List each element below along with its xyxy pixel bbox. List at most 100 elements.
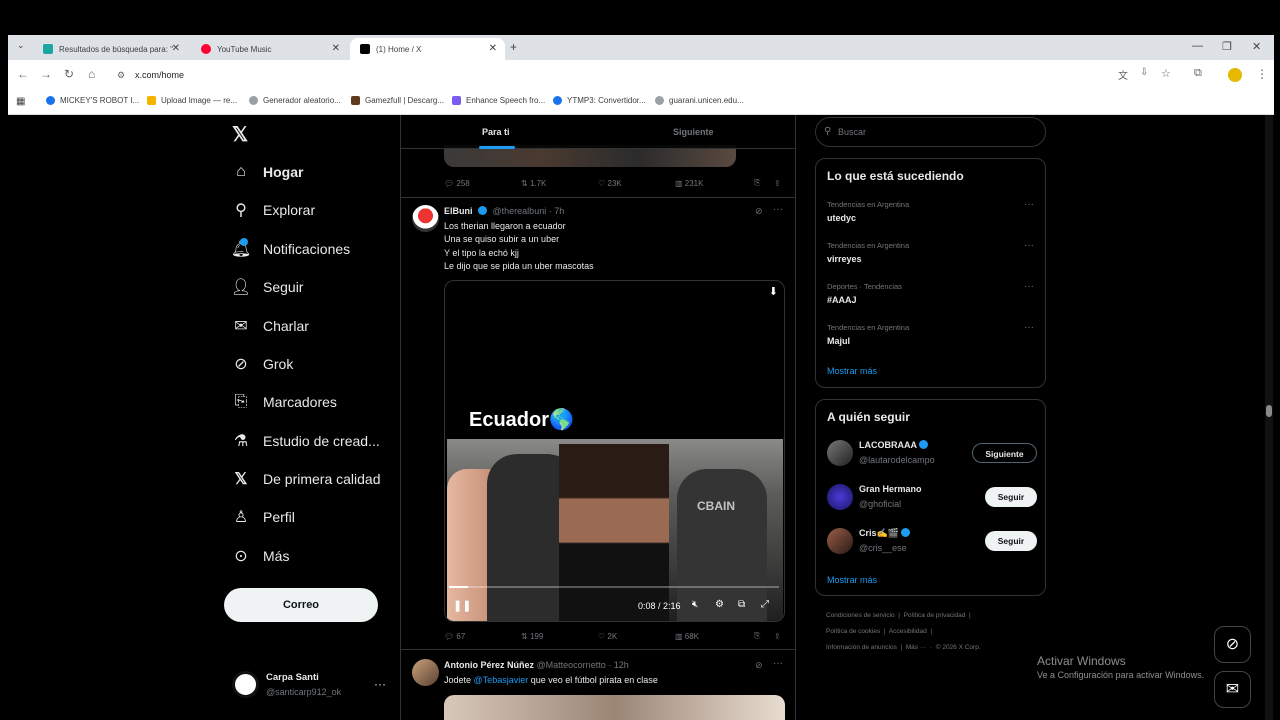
trend-item[interactable]: Tendencias en Argentina virreyes [827, 241, 909, 264]
repost-button[interactable]: ⇅ 199 [521, 632, 543, 641]
nav-home[interactable]: ⌂ Hogar [230, 161, 303, 183]
pause-icon[interactable]: ❚❚ [453, 599, 471, 612]
nav-profile[interactable]: ♙ Perfil [230, 506, 295, 528]
video-progress-track[interactable] [449, 586, 779, 588]
nav-grok[interactable]: ⊘ Grok [230, 353, 293, 375]
back-icon[interactable]: ← [17, 67, 29, 81]
new-tab-icon[interactable]: + [510, 40, 517, 54]
reload-icon[interactable]: ↻ [64, 67, 74, 81]
scrollbar[interactable] [1265, 115, 1273, 720]
tweet[interactable]: Antonio Pérez Núñez @Matteocornetto · 12… [401, 650, 795, 720]
tweet-media[interactable] [444, 695, 785, 720]
nav-explore[interactable]: ⚲ Explorar [230, 199, 315, 221]
footer-link[interactable]: Información de anuncios [826, 644, 897, 651]
bookmark-icon[interactable]: ⎘ [754, 178, 760, 188]
forward-icon[interactable]: → [40, 67, 52, 81]
tweet[interactable]: ElBuni @therealbuni · 7h ⊘ ··· Los theri… [401, 198, 795, 650]
nav-bookmarks[interactable]: ⎘ Marcadores [230, 391, 337, 413]
following-button[interactable]: Siguiente [972, 443, 1037, 463]
nav-follow[interactable]: 👤︎ Seguir [230, 276, 304, 298]
reply-button[interactable]: 💬︎ 67 [444, 632, 465, 641]
grok-floating-button[interactable]: ⊘ [1214, 626, 1251, 663]
close-tab-icon[interactable]: ✕ [489, 43, 497, 54]
tweet-more-icon[interactable]: ··· [773, 658, 783, 669]
bookmark-item[interactable]: YTMP3: Convertidor... [553, 96, 646, 105]
close-tab-icon[interactable]: ✕ [332, 43, 340, 54]
share-icon[interactable]: ⇪ [774, 632, 781, 641]
footer-link[interactable]: Política de privacidad [904, 612, 966, 619]
tweet-more-icon[interactable]: ··· [773, 204, 783, 215]
messages-floating-button[interactable]: ✉ [1214, 671, 1251, 708]
show-more-link[interactable]: Mostrar más [827, 366, 877, 376]
trend-item[interactable]: Deportes · Tendencias #AAAJ [827, 282, 902, 305]
url-input[interactable]: ⚙ x.com/home [113, 64, 1113, 86]
avatar[interactable] [412, 205, 439, 232]
like-button[interactable]: ♡ 2K [598, 632, 617, 641]
minimize-icon[interactable]: — [1192, 40, 1203, 52]
tab-x-home[interactable]: (1) Home / X ✕ [350, 38, 505, 60]
account-more-icon[interactable]: ··· [374, 677, 386, 691]
like-button[interactable]: ♡ 23K [598, 179, 622, 188]
grok-icon[interactable]: ⊘ [755, 660, 763, 671]
tweet-time[interactable]: · 12h [608, 660, 629, 670]
tweet-time[interactable]: · 7h [549, 206, 565, 216]
follow-suggestion[interactable]: LACOBRAAA @lautarodelcampo Siguiente [827, 440, 1037, 474]
trend-more-icon[interactable]: ··· [1024, 240, 1034, 251]
trend-more-icon[interactable]: ··· [1024, 281, 1034, 292]
bookmark-item[interactable]: Upload Image — re... [147, 96, 237, 105]
home-icon[interactable]: ⌂ [88, 67, 95, 81]
search-input[interactable]: ⚲ Buscar [815, 117, 1046, 147]
download-icon[interactable]: ⬇ [769, 285, 778, 298]
tweet-video[interactable]: ⬇ Ecuador🌎 CBAIN ❚❚ 0:08 / 2:16 🔇︎ ⚙ ⧉ ⤢ [444, 280, 785, 622]
nav-creator-studio[interactable]: ⚗ Estudio de cread... [230, 430, 380, 452]
bookmark-star-icon[interactable]: ☆ [1161, 67, 1171, 80]
views-button[interactable]: ▥ 231K [675, 179, 703, 188]
footer-link[interactable]: Más ··· [906, 644, 927, 651]
nav-chat[interactable]: ✉ Charlar [230, 315, 309, 337]
repost-button[interactable]: ⇅ 1.7K [521, 179, 546, 188]
bookmark-item[interactable]: guarani.unicen.edu... [655, 96, 744, 105]
footer-link[interactable]: Accesibilidad [889, 628, 927, 635]
profile-avatar[interactable] [1228, 68, 1242, 82]
show-more-link[interactable]: Mostrar más [827, 575, 877, 585]
pip-icon[interactable]: ⧉ [738, 599, 745, 610]
trend-item[interactable]: Tendencias en Argentina utedyc [827, 200, 909, 223]
footer-link[interactable]: Condiciones de servicio [826, 612, 895, 619]
tweet-author-name[interactable]: Antonio Pérez Núñez [444, 660, 534, 670]
nav-more[interactable]: ⊙ Más [230, 545, 289, 567]
reply-button[interactable]: 💬︎ 258 [444, 179, 470, 188]
tab-following[interactable]: Siguiente [673, 127, 714, 137]
bookmark-item[interactable]: Enhance Speech fro... [452, 96, 545, 105]
extensions-icon[interactable]: ⧉ [1194, 67, 1202, 80]
bookmark-icon[interactable]: ⎘ [754, 631, 760, 641]
apps-grid-icon[interactable]: ▦ [16, 96, 25, 107]
follow-suggestion[interactable]: Gran Hermano @ghoficial Seguir [827, 484, 1037, 518]
share-icon[interactable]: ⇪ [774, 179, 781, 188]
follow-suggestion[interactable]: Cris✍️🎬 @cris__ese Seguir [827, 528, 1037, 562]
nav-notifications[interactable]: 🔔︎ Notificaciones [230, 238, 350, 260]
close-tab-icon[interactable]: ✕ [172, 43, 180, 54]
bookmark-item[interactable]: Gamezfull | Descarg... [351, 96, 444, 105]
install-icon[interactable]: ⇩ [1140, 67, 1148, 78]
fullscreen-icon[interactable]: ⤢ [761, 599, 769, 610]
footer-link[interactable]: Política de cookies [826, 628, 880, 635]
mention-link[interactable]: @Tebasjavier [474, 675, 529, 685]
bookmark-item[interactable]: MICKEY'S ROBOT I... [46, 96, 139, 105]
nav-premium[interactable]: 𝕏 De primera calidad [230, 468, 381, 490]
x-logo-icon[interactable]: 𝕏 [232, 122, 248, 147]
bookmark-item[interactable]: Generador aleatorio... [249, 96, 341, 105]
trend-more-icon[interactable]: ··· [1024, 322, 1034, 333]
tweet-author-handle[interactable]: @therealbuni [493, 206, 547, 216]
tweet-author-handle[interactable]: @Matteocornetto [537, 660, 606, 670]
mute-icon[interactable]: 🔇︎ [692, 599, 698, 610]
follow-button[interactable]: Seguir [985, 487, 1037, 507]
grok-icon[interactable]: ⊘ [755, 206, 763, 217]
tab-search-results[interactable]: Resultados de búsqueda para: " ✕ [33, 38, 188, 60]
menu-kebab-icon[interactable]: ⋮ [1256, 67, 1268, 81]
site-info-icon[interactable]: ⚙ [117, 64, 125, 86]
tab-for-you[interactable]: Para ti [482, 127, 510, 137]
follow-button[interactable]: Seguir [985, 531, 1037, 551]
account-switcher[interactable]: Carpa Santi @santicarp912_ok ··· [230, 669, 395, 703]
views-button[interactable]: ▥ 68K [675, 632, 699, 641]
trend-item[interactable]: Tendencias en Argentina Majul [827, 323, 909, 346]
